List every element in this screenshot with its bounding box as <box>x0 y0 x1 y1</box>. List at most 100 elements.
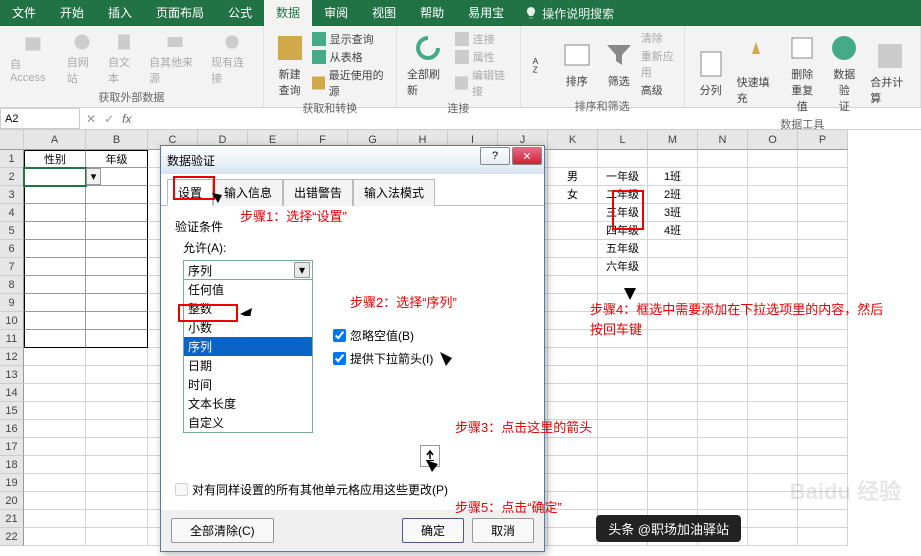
dialog-titlebar[interactable]: 数据验证 ? ✕ <box>161 146 544 174</box>
cell-K6[interactable] <box>548 240 598 258</box>
data-validation-button[interactable]: 数据验 证 <box>824 30 864 116</box>
allow-combobox[interactable]: 序列 ▾ <box>183 260 313 280</box>
cell-N5[interactable] <box>698 222 748 240</box>
cell-A22[interactable] <box>24 528 86 546</box>
cell-P21[interactable] <box>798 510 848 528</box>
consolidate-button[interactable]: 合并计算 <box>866 38 914 108</box>
ok-button[interactable]: 确定 <box>402 518 464 543</box>
dialog-help-button[interactable]: ? <box>480 147 510 165</box>
from-access-button[interactable]: 自 Access <box>6 32 61 86</box>
cell-M20[interactable] <box>648 492 698 510</box>
tab-layout[interactable]: 页面布局 <box>144 0 216 26</box>
cell-K2[interactable]: 男 <box>548 168 598 186</box>
enter-formula-icon[interactable]: ✓ <box>104 112 114 126</box>
cell-P22[interactable] <box>798 528 848 546</box>
cell-B14[interactable] <box>86 384 148 402</box>
cell-N6[interactable] <box>698 240 748 258</box>
cell-N8[interactable] <box>698 276 748 294</box>
cell-A6[interactable] <box>24 240 86 258</box>
cell-N20[interactable] <box>698 492 748 510</box>
select-all-corner[interactable] <box>0 130 24 150</box>
cell-A13[interactable] <box>24 366 86 384</box>
tell-me-search[interactable]: 操作说明搜索 <box>516 5 622 22</box>
cell-M2[interactable]: 1班 <box>648 168 698 186</box>
cell-A10[interactable] <box>24 312 86 330</box>
cell-K19[interactable] <box>548 474 598 492</box>
cell-O7[interactable] <box>748 258 798 276</box>
new-query-button[interactable]: 新建 查询 <box>270 30 310 100</box>
cell-K14[interactable] <box>548 384 598 402</box>
flash-fill-button[interactable]: 快速填充 <box>733 38 781 108</box>
existing-conn-button[interactable]: 现有连接 <box>207 30 257 88</box>
cell-N13[interactable] <box>698 366 748 384</box>
cell-M12[interactable] <box>648 348 698 366</box>
cell-L2[interactable]: 一年级 <box>598 168 648 186</box>
cell-L19[interactable] <box>598 474 648 492</box>
cell-P4[interactable] <box>798 204 848 222</box>
row-header-10[interactable]: 10 <box>0 312 24 330</box>
recent-sources-button[interactable]: 最近使用的源 <box>312 67 390 99</box>
cell-K8[interactable] <box>548 276 598 294</box>
cell-K7[interactable] <box>548 258 598 276</box>
cell-P12[interactable] <box>798 348 848 366</box>
cell-N3[interactable] <box>698 186 748 204</box>
tab-insert[interactable]: 插入 <box>96 0 144 26</box>
row-header-7[interactable]: 7 <box>0 258 24 276</box>
cell-P6[interactable] <box>798 240 848 258</box>
cell-K5[interactable] <box>548 222 598 240</box>
cell-A4[interactable] <box>24 204 86 222</box>
tab-view[interactable]: 视图 <box>360 0 408 26</box>
cell-dropdown-icon[interactable]: ▾ <box>86 168 101 185</box>
fx-icon[interactable]: fx <box>122 112 131 126</box>
cell-N15[interactable] <box>698 402 748 420</box>
cell-A12[interactable] <box>24 348 86 366</box>
properties-button[interactable]: 属性 <box>455 49 514 65</box>
sort-button[interactable]: 排序 <box>557 37 597 91</box>
tab-addon[interactable]: 易用宝 <box>456 0 516 26</box>
col-header-N[interactable]: N <box>698 130 748 150</box>
row-header-9[interactable]: 9 <box>0 294 24 312</box>
cell-A17[interactable] <box>24 438 86 456</box>
row-header-17[interactable]: 17 <box>0 438 24 456</box>
row-header-13[interactable]: 13 <box>0 366 24 384</box>
ignore-blank-checkbox[interactable]: 忽略空值(B) <box>333 327 433 344</box>
cell-K12[interactable] <box>548 348 598 366</box>
row-header-3[interactable]: 3 <box>0 186 24 204</box>
cell-O2[interactable] <box>748 168 798 186</box>
cell-O4[interactable] <box>748 204 798 222</box>
cell-P8[interactable] <box>798 276 848 294</box>
cell-O17[interactable] <box>748 438 798 456</box>
cell-B9[interactable] <box>86 294 148 312</box>
cell-K4[interactable] <box>548 204 598 222</box>
cell-B16[interactable] <box>86 420 148 438</box>
row-header-19[interactable]: 19 <box>0 474 24 492</box>
clear-all-button[interactable]: 全部清除(C) <box>171 518 274 543</box>
cell-O13[interactable] <box>748 366 798 384</box>
cell-N4[interactable] <box>698 204 748 222</box>
remove-duplicates-button[interactable]: 删除 重复值 <box>782 30 822 116</box>
show-queries-button[interactable]: 显示查询 <box>312 31 390 47</box>
cell-M16[interactable] <box>648 420 698 438</box>
cell-K17[interactable] <box>548 438 598 456</box>
cell-P5[interactable] <box>798 222 848 240</box>
cell-B10[interactable] <box>86 312 148 330</box>
cell-M5[interactable]: 4班 <box>648 222 698 240</box>
allow-option-3[interactable]: 序列 <box>184 337 312 356</box>
cell-O22[interactable] <box>748 528 798 546</box>
cell-B21[interactable] <box>86 510 148 528</box>
cell-M19[interactable] <box>648 474 698 492</box>
col-header-P[interactable]: P <box>798 130 848 150</box>
cell-A1[interactable]: 性别 <box>24 150 86 168</box>
edit-links-button[interactable]: 编辑链接 <box>455 67 514 99</box>
tab-home[interactable]: 开始 <box>48 0 96 26</box>
cell-M3[interactable]: 2班 <box>648 186 698 204</box>
row-header-5[interactable]: 5 <box>0 222 24 240</box>
row-header-1[interactable]: 1 <box>0 150 24 168</box>
allow-option-4[interactable]: 日期 <box>184 356 312 375</box>
cell-A8[interactable] <box>24 276 86 294</box>
cell-K1[interactable] <box>548 150 598 168</box>
cell-N2[interactable] <box>698 168 748 186</box>
cell-P16[interactable] <box>798 420 848 438</box>
row-header-16[interactable]: 16 <box>0 420 24 438</box>
cell-B17[interactable] <box>86 438 148 456</box>
